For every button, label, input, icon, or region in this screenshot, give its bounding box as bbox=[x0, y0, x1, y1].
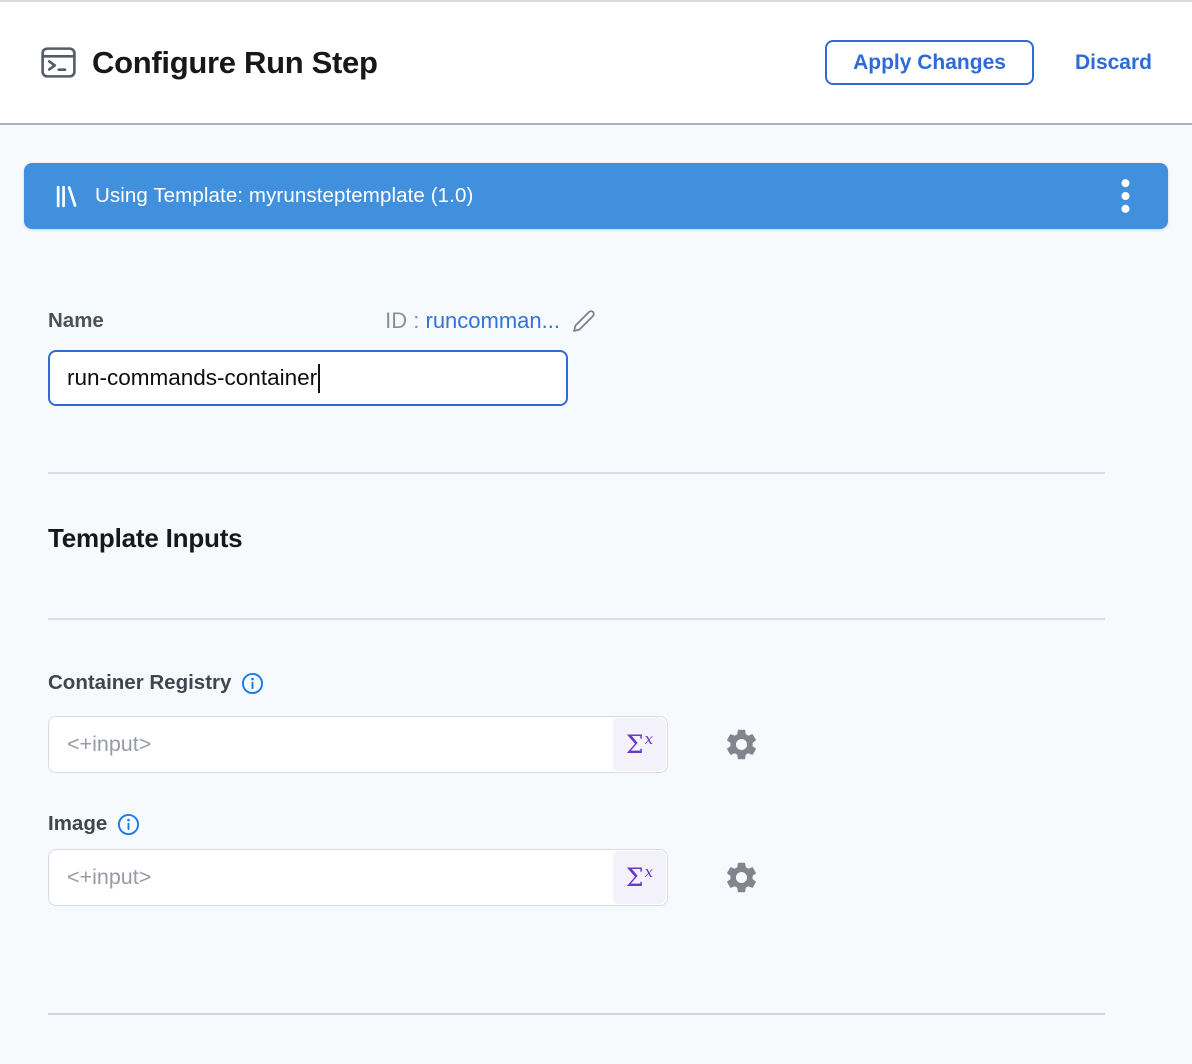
name-field-header: Name ID : runcomman... bbox=[48, 308, 596, 334]
panel-header: Configure Run Step Apply Changes Discard bbox=[0, 2, 1192, 125]
using-template-banner[interactable]: Using Template: myrunsteptemplate (1.0) bbox=[24, 163, 1168, 229]
id-prefix-label: ID : bbox=[385, 308, 425, 334]
pencil-edit-icon[interactable] bbox=[572, 309, 596, 333]
section-divider bbox=[48, 618, 1105, 620]
image-row: Σx bbox=[48, 849, 1192, 906]
info-circle-icon[interactable] bbox=[241, 672, 264, 695]
section-divider bbox=[48, 1013, 1105, 1015]
runtime-input-type-button[interactable]: Σx bbox=[613, 718, 666, 771]
kebab-menu-icon bbox=[1120, 177, 1131, 215]
configure-run-step-panel: Configure Run Step Apply Changes Discard… bbox=[0, 2, 1192, 1015]
discard-button[interactable]: Discard bbox=[1075, 51, 1152, 75]
image-input[interactable] bbox=[49, 850, 667, 905]
image-label: Image bbox=[48, 812, 107, 836]
template-inputs-heading: Template Inputs bbox=[48, 523, 1192, 554]
sigma-icon: Σ bbox=[626, 732, 644, 757]
template-options-menu-button[interactable] bbox=[1108, 174, 1142, 218]
sigma-icon: Σ bbox=[626, 865, 644, 890]
step-id-link[interactable]: runcomman... bbox=[426, 308, 561, 334]
template-banner-text: Using Template: myrunsteptemplate (1.0) bbox=[95, 184, 473, 208]
name-label: Name bbox=[48, 309, 104, 333]
template-library-icon bbox=[54, 184, 79, 209]
name-input-value: run-commands-container bbox=[67, 365, 317, 391]
container-registry-label: Container Registry bbox=[48, 671, 231, 695]
text-cursor bbox=[318, 364, 320, 393]
container-registry-row: Σx bbox=[48, 716, 1192, 773]
name-input[interactable]: run-commands-container bbox=[48, 350, 568, 406]
apply-changes-button[interactable]: Apply Changes bbox=[825, 40, 1034, 85]
header-actions: Apply Changes Discard bbox=[825, 40, 1152, 85]
terminal-window-icon bbox=[40, 44, 77, 81]
step-id-group: ID : runcomman... bbox=[385, 308, 596, 334]
gear-icon[interactable] bbox=[723, 859, 760, 896]
info-circle-icon[interactable] bbox=[117, 813, 140, 836]
runtime-input-type-button[interactable]: Σx bbox=[613, 851, 666, 904]
sigma-sup: x bbox=[645, 732, 653, 747]
container-registry-field: Σx bbox=[48, 716, 668, 773]
gear-icon[interactable] bbox=[723, 726, 760, 763]
image-field: Σx bbox=[48, 849, 668, 906]
section-divider bbox=[48, 472, 1105, 474]
container-registry-label-row: Container Registry bbox=[48, 671, 1192, 695]
image-label-row: Image bbox=[48, 812, 1192, 836]
page-title: Configure Run Step bbox=[92, 45, 378, 81]
sigma-sup: x bbox=[645, 865, 653, 880]
container-registry-input[interactable] bbox=[49, 717, 667, 772]
